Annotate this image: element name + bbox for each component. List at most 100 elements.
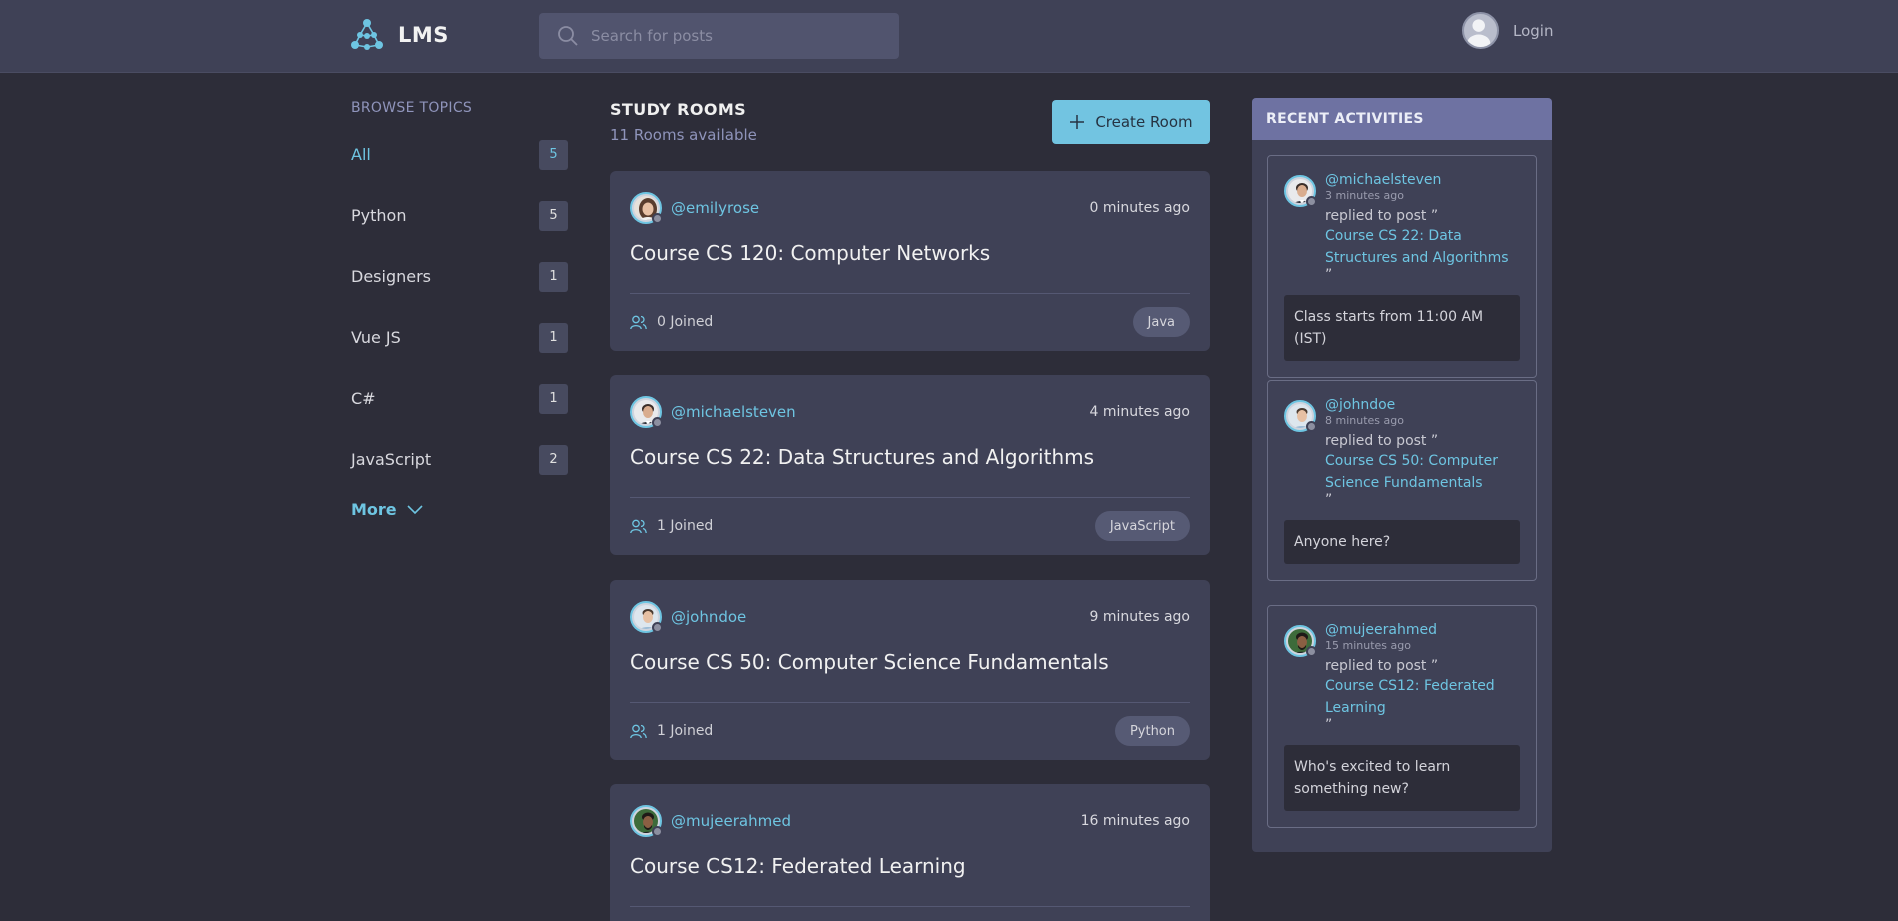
activity-username[interactable]: @mujeerahmed [1325,622,1495,638]
room-title[interactable]: Course CS 120: Computer Networks [630,241,1190,265]
post-link-line: Structures and Algorithms [1325,250,1509,266]
activity-card: @mujeerahmed 15 minutes ago replied to p… [1267,605,1537,828]
topic-label: JavaScript [351,450,432,469]
avatar [630,601,663,633]
more-label: More [351,500,397,519]
host-username: @emilyrose [671,199,760,217]
topic-count: 1 [539,322,568,353]
rooms-header: STUDY ROOMS 11 Rooms available Create Ro… [610,100,1210,170]
activity-card: @michaelsteven 3 minutes ago replied to … [1267,155,1537,378]
activity-timestamp: 15 minutes ago [1325,639,1411,652]
room-card[interactable]: @emilyrose 0 minutes ago Course CS 120: … [610,171,1210,351]
activity-action: replied to post ” [1325,658,1439,674]
logo[interactable]: LMS [350,18,449,52]
activity-timestamp: 8 minutes ago [1325,414,1404,427]
topic-label: Designers [351,267,431,286]
plus-icon [1070,115,1085,129]
host-username: @mujeerahmed [671,812,791,830]
login-label: Login [1513,21,1554,40]
more-topics-link[interactable]: More [351,500,568,519]
room-host[interactable]: @mujeerahmed [630,805,791,837]
rooms-count: 11 Rooms available [610,126,757,144]
closing-quote: ” [1325,267,1333,283]
closing-quote: ” [1325,717,1333,733]
avatar [630,396,663,428]
activity-message: Anyone here? [1284,520,1520,564]
topic-tag[interactable]: JavaScript [1094,511,1190,541]
topics-sidebar: BROWSE TOPICS All 5 Python 5 Designers 1… [351,100,568,519]
login-button[interactable]: Login [1462,12,1553,49]
joined-count: 1 Joined [630,518,713,534]
room-title[interactable]: Course CS 22: Data Structures and Algori… [630,445,1190,469]
topic-count: 2 [539,444,568,475]
activity-message: Class starts from 11:00 AM (IST) [1284,295,1520,361]
activity-post-link[interactable]: Course CS12: Federated Learning [1325,675,1495,719]
users-icon [630,724,647,738]
room-title[interactable]: Course CS 50: Computer Science Fundament… [630,650,1190,674]
activity-username[interactable]: @johndoe [1325,397,1498,413]
user-avatar-icon [1462,12,1499,49]
post-link-line: Course CS12: Federated [1325,678,1495,694]
browse-topics-title: BROWSE TOPICS [351,100,473,116]
topic-python[interactable]: Python 5 [351,199,568,232]
room-timestamp: 16 minutes ago [1080,813,1190,829]
search-icon [558,26,578,46]
room-timestamp: 0 minutes ago [1089,200,1190,216]
search-input[interactable] [591,27,881,45]
joined-label: 1 Joined [657,723,714,739]
room-host[interactable]: @michaelsteven [630,396,796,428]
activity-action: replied to post ” [1325,208,1439,224]
room-host[interactable]: @emilyrose [630,192,759,224]
users-icon [630,519,647,533]
activity-action: replied to post ” [1325,433,1439,449]
topic-count: 5 [539,139,568,170]
room-card[interactable]: @johndoe 9 minutes ago Course CS 50: Com… [610,580,1210,760]
room-timestamp: 9 minutes ago [1089,609,1190,625]
post-link-line: Course CS 50: Computer [1325,453,1499,469]
topic-all[interactable]: All 5 [351,138,568,171]
study-rooms-section: STUDY ROOMS 11 Rooms available Create Ro… [610,100,1210,921]
activity-username[interactable]: @michaelsteven [1325,172,1509,188]
room-timestamp: 4 minutes ago [1089,404,1190,420]
chevron-down-icon [407,504,423,514]
activity-timestamp: 3 minutes ago [1325,189,1404,202]
joined-label: 0 Joined [657,314,714,330]
avatar[interactable] [1284,400,1317,432]
post-link-line: Course CS 22: Data [1325,228,1462,244]
activity-post-link[interactable]: Course CS 50: Computer Science Fundament… [1325,450,1498,494]
host-username: @michaelsteven [671,403,796,421]
room-card[interactable]: @mujeerahmed 16 minutes ago Course CS12:… [610,784,1210,921]
post-link-line: Learning [1325,700,1386,716]
topic-tag[interactable]: Python [1114,716,1190,746]
topic-count: 1 [539,383,568,414]
create-room-button[interactable]: Create Room [1052,100,1210,144]
topic-tag[interactable]: Java [1132,307,1190,337]
app-name: LMS [398,23,449,47]
room-host[interactable]: @johndoe [630,601,746,633]
page-title: STUDY ROOMS [610,100,747,119]
closing-quote: ” [1325,492,1333,508]
search-bar[interactable] [539,13,899,59]
avatar[interactable] [1284,625,1317,657]
post-link-line: Science Fundamentals [1325,475,1483,491]
create-room-label: Create Room [1095,113,1193,131]
joined-label: 1 Joined [657,518,714,534]
topic-vue-js[interactable]: Vue JS 1 [351,321,568,354]
room-card[interactable]: @michaelsteven 4 minutes ago Course CS 2… [610,375,1210,555]
activity-message: Who's excited to learn something new? [1284,745,1520,811]
activity-post-link[interactable]: Course CS 22: Data Structures and Algori… [1325,225,1509,269]
top-navbar: LMS Login [0,0,1898,73]
joined-count: 1 Joined [630,723,713,739]
topic-label: Vue JS [351,328,401,347]
recent-activities-panel: RECENT ACTIVITIES @michaelsteven 3 minut [1252,98,1552,852]
joined-count: 0 Joined [630,314,713,330]
topic-designers[interactable]: Designers 1 [351,260,568,293]
recent-activities-title: RECENT ACTIVITIES [1252,98,1552,140]
room-title[interactable]: Course CS12: Federated Learning [630,854,1190,878]
avatar[interactable] [1284,175,1317,207]
topic-javascript[interactable]: JavaScript 2 [351,443,568,476]
activity-card: @johndoe 8 minutes ago replied to post ”… [1267,380,1537,581]
avatar [630,192,663,224]
topic-label: All [351,145,371,164]
topic-csharp[interactable]: C# 1 [351,382,568,415]
